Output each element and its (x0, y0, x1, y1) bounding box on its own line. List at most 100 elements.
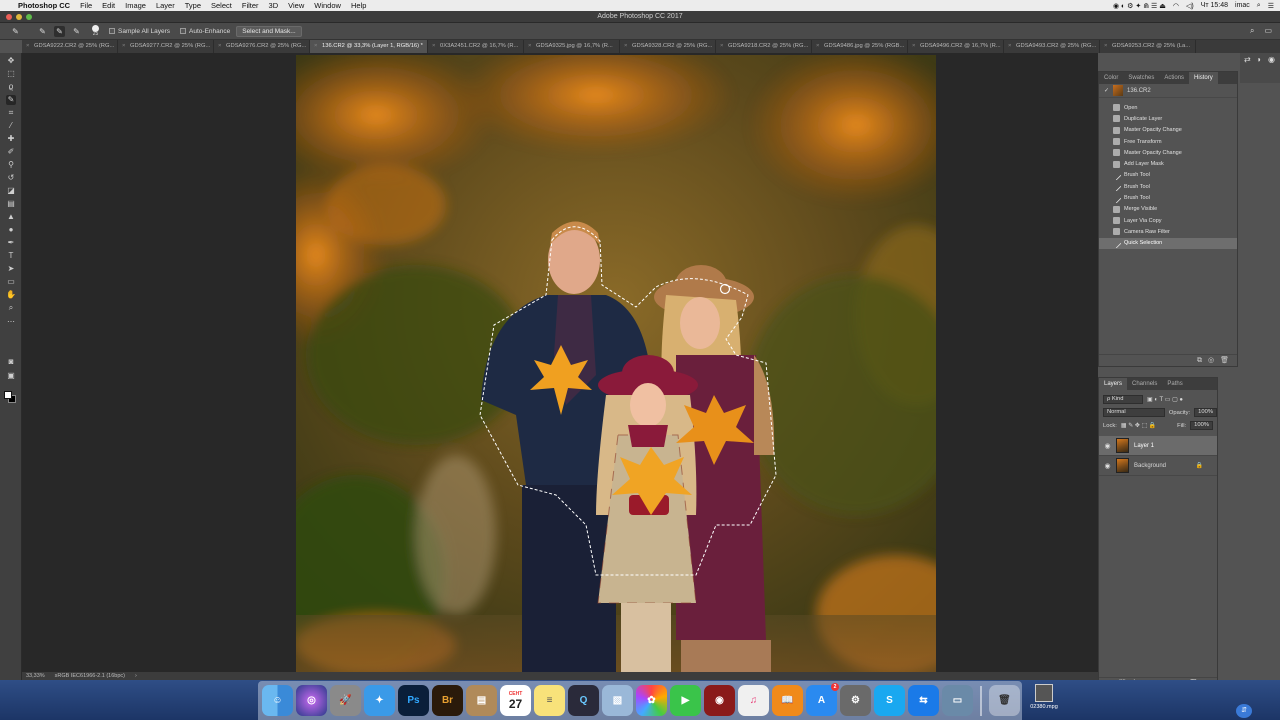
volume-icon[interactable]: ◁) (1186, 2, 1194, 10)
clone-stamp-tool-icon[interactable]: ⚲ (6, 160, 16, 170)
doc-tab[interactable]: GDSA9276.CR2 @ 25% (RG... (214, 40, 310, 53)
skype-icon[interactable]: S (874, 685, 905, 716)
quick-selection-preset-icon[interactable]: ✎ (10, 26, 21, 37)
menu-3d[interactable]: 3D (269, 1, 279, 10)
visibility-eye-icon[interactable]: ◉ (1104, 462, 1111, 470)
doc-tab[interactable]: GDSA9325.jpg @ 16,7% (R... (524, 40, 620, 53)
spotlight-icon[interactable]: ⌕ (1257, 2, 1261, 10)
history-brush-tool-icon[interactable]: ↺ (6, 173, 16, 183)
app-menu[interactable]: Photoshop CC (18, 1, 70, 10)
doc-tab[interactable]: 0X3A2451.CR2 @ 16,7% (R... (428, 40, 524, 53)
blur-tool-icon[interactable]: ▲ (6, 212, 16, 222)
menu-layer[interactable]: Layer (156, 1, 175, 10)
ibooks-icon[interactable]: 📖 (772, 685, 803, 716)
marquee-tool-icon[interactable]: ⬚ (6, 69, 16, 79)
layer-name[interactable]: Layer 1 (1134, 443, 1154, 449)
system-preferences-icon[interactable]: ⚙ (840, 685, 871, 716)
auto-enhance-checkbox[interactable]: Auto-Enhance (180, 28, 230, 35)
history-item[interactable]: Master Opacity Change (1099, 147, 1237, 158)
menu-help[interactable]: Help (351, 1, 366, 10)
healing-brush-tool-icon[interactable]: ✚ (6, 134, 16, 144)
properties-panel-icon[interactable]: ◉ (1268, 55, 1275, 64)
bridge-icon[interactable]: Br (432, 685, 463, 716)
lock-icons[interactable]: ▦ ✎ ✥ ⬚ 🔒 (1121, 422, 1157, 429)
doc-tab[interactable]: GDSA9493.CR2 @ 25% (RG... (1004, 40, 1100, 53)
dodge-tool-icon[interactable]: ● (6, 225, 16, 235)
lock-icon[interactable]: 🔒 (1196, 462, 1203, 469)
doc-tab[interactable]: GDSA9328.CR2 @ 25% (RG... (620, 40, 716, 53)
tab-history[interactable]: History (1189, 72, 1218, 84)
brush-size-picker[interactable]: 25 (92, 25, 99, 37)
history-item[interactable]: Brush Tool (1099, 170, 1237, 181)
status-icons[interactable]: ◉ ◐ ⚙ ✦ ⋒ ☰ ⏏ (1113, 2, 1166, 10)
tab-paths[interactable]: Paths (1162, 378, 1187, 390)
pen-tool-icon[interactable]: ✒ (6, 238, 16, 248)
menu-file[interactable]: File (80, 1, 92, 10)
history-item[interactable]: Add Layer Mask (1099, 158, 1237, 169)
adjustments-icon[interactable]: ⇄ (1244, 55, 1251, 64)
quick-mask-icon[interactable]: ◙ (6, 357, 16, 367)
color-profile[interactable]: sRGB IEC61966-2.1 (16bpc) (55, 672, 125, 680)
gradient-tool-icon[interactable]: ▤ (6, 199, 16, 209)
tab-channels[interactable]: Channels (1127, 378, 1162, 390)
image-capture-icon[interactable]: ▭ (942, 685, 973, 716)
history-snapshot[interactable]: ✓ 136.CR2 (1099, 84, 1237, 98)
edit-toolbar-icon[interactable]: ⋯ (6, 317, 16, 327)
layer-name[interactable]: Background (1134, 463, 1166, 469)
select-and-mask-button[interactable]: Select and Mask... (236, 25, 302, 37)
sample-all-layers-checkbox[interactable]: Sample All Layers (109, 28, 170, 35)
screen-mode-icon[interactable]: ▣ (6, 371, 16, 381)
doc-tab[interactable]: GDSA9222.CR2 @ 25% (RG... (22, 40, 118, 53)
delete-state-icon[interactable]: 🗑 (1220, 355, 1229, 366)
lasso-tool-icon[interactable]: ϱ (6, 82, 16, 92)
new-document-from-state-icon[interactable]: ⧉ (1197, 355, 1202, 366)
tab-swatches[interactable]: Swatches (1123, 72, 1159, 84)
zoom-tool-icon[interactable]: ⌕ (6, 303, 16, 313)
notes-icon[interactable]: ≡ (534, 685, 565, 716)
calendar-icon[interactable]: СЕНТ 27 (500, 685, 531, 716)
doc-tab-active[interactable]: 136.CR2 @ 33,3% (Layer 1, RGB/16) * (310, 40, 428, 53)
new-snapshot-icon[interactable]: ◎ (1208, 355, 1214, 366)
opacity-input[interactable]: 100% (1194, 408, 1217, 417)
type-tool-icon[interactable]: T (6, 251, 16, 261)
subtract-from-selection-icon[interactable]: ✎ (71, 26, 82, 37)
history-item[interactable]: Duplicate Layer (1099, 113, 1237, 124)
fill-input[interactable]: 100% (1190, 421, 1213, 430)
menu-edit[interactable]: Edit (102, 1, 115, 10)
foreground-color-swatch[interactable] (4, 391, 12, 399)
user-name[interactable]: imac (1235, 2, 1250, 9)
layer-filter-icons[interactable]: ▣ ◐ T ▭ ▢ ● (1147, 396, 1183, 403)
app-store-icon[interactable]: A 2 (806, 683, 839, 716)
desktop-file[interactable]: 02380.mpg (1024, 684, 1064, 710)
notification-center-icon[interactable]: ☰ (1268, 2, 1274, 10)
itunes-icon[interactable]: ♫ (738, 685, 769, 716)
layer-row[interactable]: ◉ Background 🔒 (1099, 456, 1217, 476)
menu-type[interactable]: Type (185, 1, 201, 10)
eraser-tool-icon[interactable]: ◪ (6, 186, 16, 196)
history-item[interactable]: Open (1099, 102, 1237, 113)
contacts-icon[interactable]: ▤ (466, 685, 497, 716)
workspace-icon[interactable]: ▭ (1264, 26, 1272, 36)
safari-icon[interactable]: ✦ (364, 685, 395, 716)
status-menu-icon[interactable]: › (135, 672, 137, 680)
tab-layers[interactable]: Layers (1099, 378, 1128, 390)
history-item-selected[interactable]: Quick Selection (1099, 237, 1237, 249)
menu-select[interactable]: Select (211, 1, 232, 10)
menu-window[interactable]: Window (314, 1, 341, 10)
history-item[interactable]: Layer Via Copy (1099, 215, 1237, 226)
doc-tab[interactable]: GDSA9218.CR2 @ 25% (RG... (716, 40, 812, 53)
history-item[interactable]: Merge Visible (1099, 204, 1237, 215)
quicktime-icon[interactable]: Q (568, 685, 599, 716)
quick-selection-tool-icon[interactable]: ✎ (6, 95, 16, 105)
rectangle-tool-icon[interactable]: ▭ (6, 277, 16, 287)
path-selection-tool-icon[interactable]: ➤ (6, 264, 16, 274)
layer-filter-kind[interactable]: ρ Kind (1103, 395, 1143, 404)
menu-view[interactable]: View (288, 1, 304, 10)
doc-tab[interactable]: GDSA9277.CR2 @ 25% (RG... (118, 40, 214, 53)
document-canvas[interactable] (296, 55, 936, 672)
crop-tool-icon[interactable]: ⌗ (6, 108, 16, 118)
launchpad-icon[interactable]: 🚀 (330, 685, 361, 716)
photoshop-icon[interactable]: Ps (398, 685, 429, 716)
siri-icon[interactable]: ◎ (296, 685, 327, 716)
teamviewer-icon[interactable]: ⇆ (908, 685, 939, 716)
